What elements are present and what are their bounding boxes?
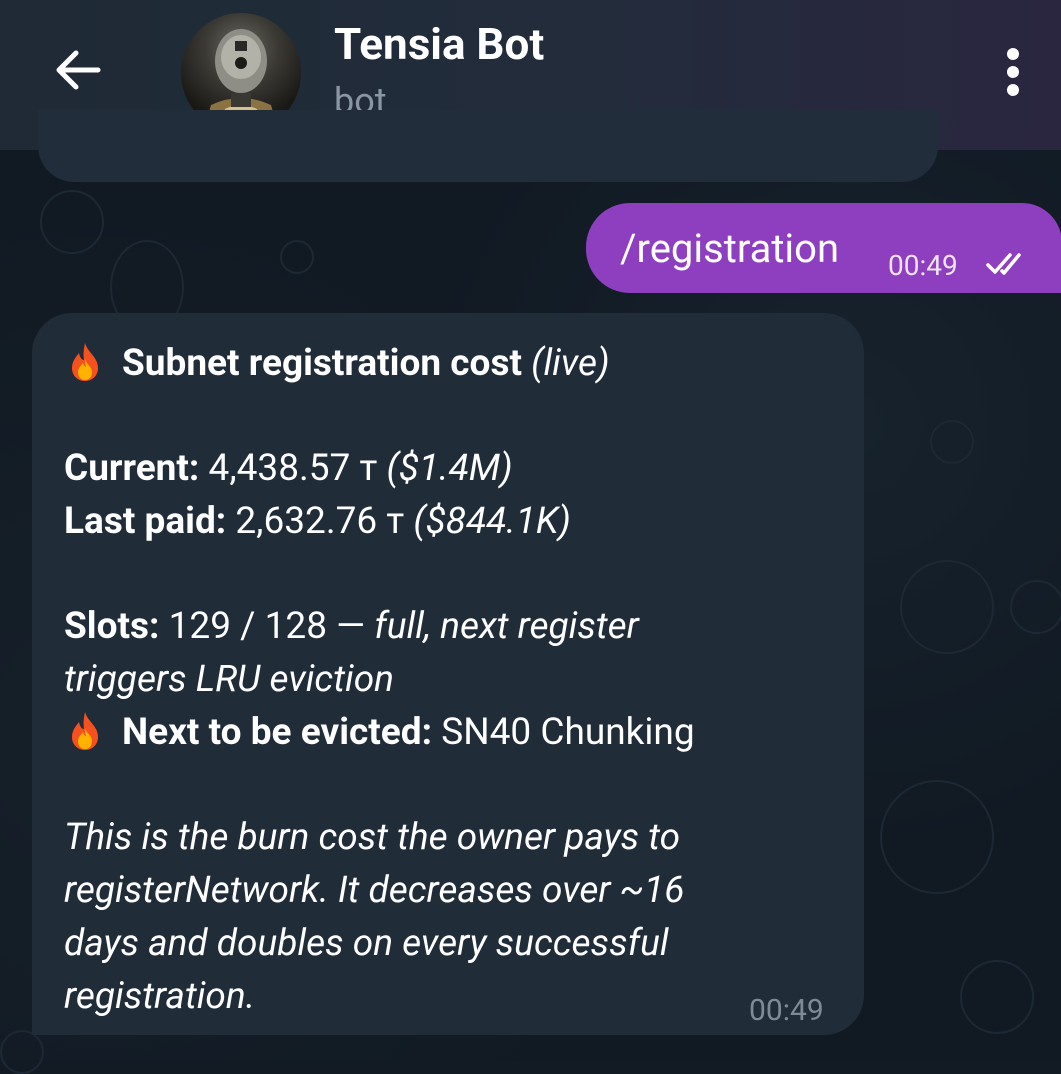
wallpaper-doodle (0, 1030, 44, 1074)
slots-value: 129 / 128 — (168, 605, 366, 648)
last-paid-value: 2,632.76 т (235, 500, 405, 543)
footer-line-3: days and doubles on every successful (64, 922, 669, 965)
wallpaper-doodle (900, 560, 994, 654)
slots-note: full, next register (374, 605, 639, 648)
footer-line-4: registration. (64, 975, 256, 1018)
last-paid-usd: ($844.1K) (413, 500, 571, 543)
last-paid-label: Last paid: (64, 500, 227, 543)
chat-title[interactable]: Tensia Bot (334, 18, 544, 70)
double-check-icon (986, 253, 1021, 275)
heading-text: Subnet registration cost (122, 342, 522, 385)
previous-message-bubble[interactable] (38, 110, 938, 182)
evict-value: SN40 Chunking (441, 711, 695, 754)
message-heading: Subnet registration cost (live) (64, 337, 844, 390)
heading-suffix: (live) (531, 342, 610, 385)
outgoing-message-bubble[interactable]: /registration 00:49 (586, 203, 1061, 293)
back-button[interactable] (48, 40, 108, 100)
wallpaper-doodle (40, 190, 104, 254)
wallpaper-doodle (880, 780, 994, 894)
more-options-button[interactable] (993, 40, 1033, 104)
more-vert-icon (1007, 48, 1019, 96)
current-label: Current: (64, 447, 200, 490)
outgoing-message-time: 00:49 (888, 249, 958, 282)
wallpaper-doodle (1010, 580, 1061, 634)
current-cost-line: Current: 4,438.57 т ($1.4M) (64, 442, 844, 495)
evict-line: Next to be evicted: SN40 Chunking (64, 706, 844, 759)
fire-icon (72, 712, 98, 750)
current-usd: ($1.4M) (386, 447, 513, 490)
wallpaper-doodle (960, 960, 1034, 1034)
evict-label: Next to be evicted: (122, 711, 433, 754)
slots-note-continued: triggers LRU eviction (64, 658, 394, 701)
wallpaper-doodle (930, 420, 974, 464)
slots-line: Slots: 129 / 128 — full, next register (64, 600, 844, 653)
incoming-message-time: 00:49 (749, 993, 824, 1028)
current-value: 4,438.57 т (208, 447, 378, 490)
message-body: Subnet registration cost (live) Current:… (64, 337, 844, 1023)
slots-label: Slots: (64, 605, 160, 648)
incoming-message-bubble[interactable]: Subnet registration cost (live) Current:… (32, 313, 864, 1035)
fire-icon (72, 343, 98, 381)
outgoing-message-text: /registration (620, 225, 840, 272)
wallpaper-doodle (280, 240, 314, 274)
back-arrow-icon (56, 50, 101, 90)
footer-line-1: This is the burn cost the owner pays to (64, 816, 681, 859)
last-paid-line: Last paid: 2,632.76 т ($844.1K) (64, 495, 844, 548)
footer-line-2: registerNetwork. It decreases over ~16 (64, 869, 685, 912)
